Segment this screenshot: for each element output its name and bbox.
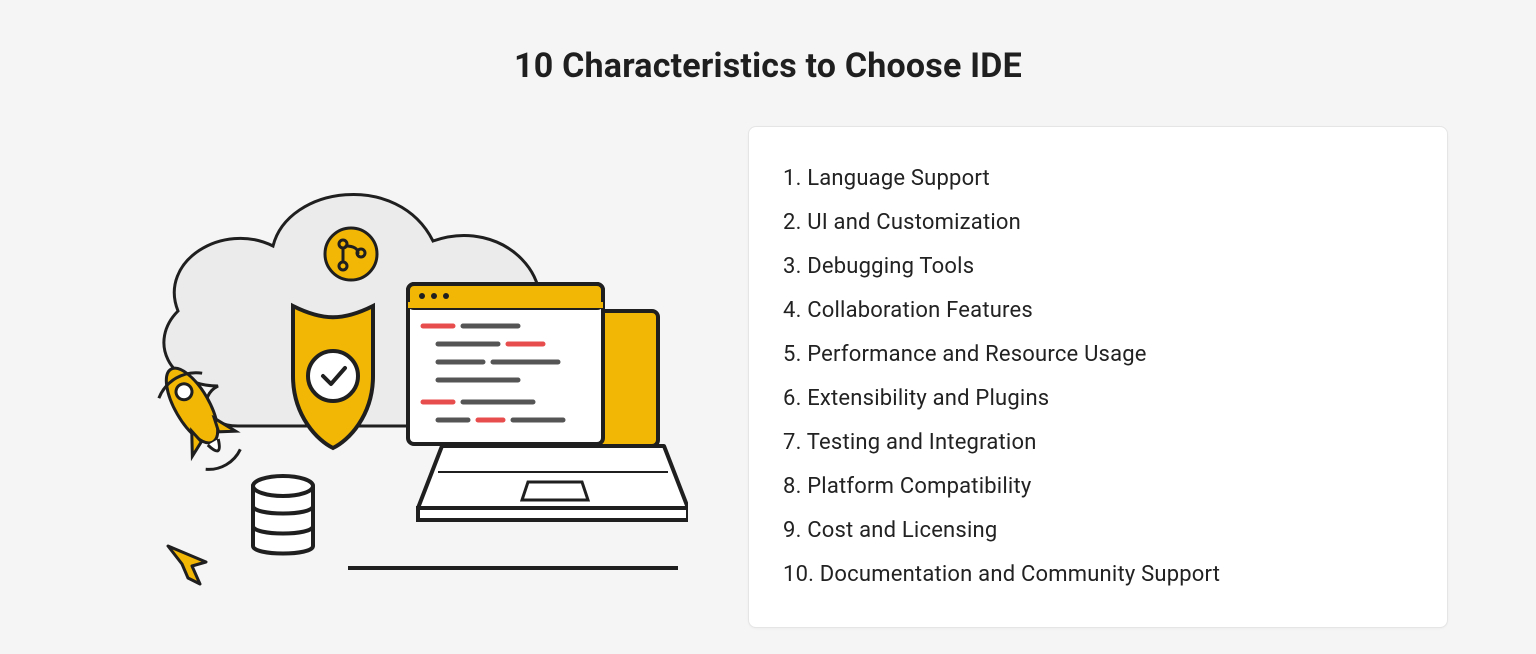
list-item: 1. Language Support xyxy=(783,157,1413,201)
list-item: 5. Performance and Resource Usage xyxy=(783,333,1413,377)
content-row: 1. Language Support 2. UI and Customizat… xyxy=(0,126,1536,628)
list-item: 9. Cost and Licensing xyxy=(783,509,1413,553)
list-item: 10. Documentation and Community Support xyxy=(783,553,1413,597)
list-item: 3. Debugging Tools xyxy=(783,245,1413,289)
code-window-icon xyxy=(408,284,603,444)
list-item: 8. Platform Compatibility xyxy=(783,465,1413,509)
list-item: 2. UI and Customization xyxy=(783,201,1413,245)
database-icon xyxy=(253,476,313,554)
list-item: 4. Collaboration Features xyxy=(783,289,1413,333)
cursor-arrow-icon xyxy=(168,546,206,584)
git-badge-icon xyxy=(325,228,377,280)
illustration-svg xyxy=(88,126,688,606)
list-item: 6. Extensibility and Plugins xyxy=(783,377,1413,421)
list-item: 7. Testing and Integration xyxy=(783,421,1413,465)
characteristics-card: 1. Language Support 2. UI and Customizat… xyxy=(748,126,1448,628)
page-title: 10 Characteristics to Choose IDE xyxy=(0,0,1536,86)
illustration xyxy=(88,126,688,606)
